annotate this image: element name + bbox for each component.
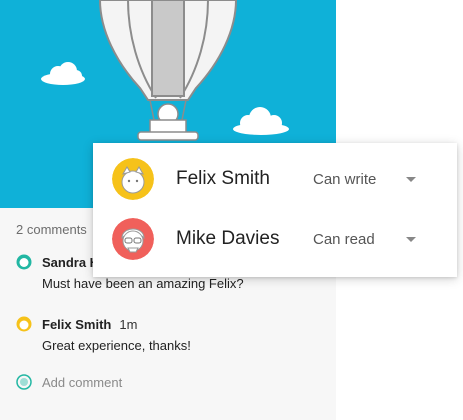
user-avatar-icon <box>112 218 154 260</box>
add-comment-field[interactable]: Add comment <box>16 374 122 390</box>
avatar <box>112 158 154 200</box>
user-avatar-icon <box>112 158 154 200</box>
person-row: Felix Smith Can write <box>93 149 457 209</box>
comment-text: Great experience, thanks! <box>42 338 191 353</box>
avatar-icon <box>16 316 32 332</box>
comment-author[interactable]: Sandra H <box>42 255 99 270</box>
permission-dropdown[interactable]: Can write <box>313 171 376 188</box>
share-permissions-popup: Felix Smith Can write Mike Davies Can re… <box>93 143 457 277</box>
avatar <box>112 218 154 260</box>
comment-count: 2 comments <box>16 222 87 237</box>
cloud-icon <box>41 62 85 85</box>
chevron-down-icon[interactable] <box>406 176 416 182</box>
person-name: Felix Smith <box>176 168 270 189</box>
chevron-down-icon[interactable] <box>406 236 416 242</box>
person-name: Mike Davies <box>176 228 280 249</box>
avatar-icon <box>16 254 32 270</box>
comment-time: 1m <box>119 316 138 332</box>
add-comment-placeholder: Add comment <box>42 374 123 390</box>
comment-item: Felix Smith 1m Great experience, thanks! <box>16 316 326 353</box>
permission-dropdown[interactable]: Can read <box>313 231 375 248</box>
avatar-icon <box>16 374 32 390</box>
comment-author[interactable]: Felix Smith <box>42 317 111 332</box>
cloud-icon <box>233 107 289 135</box>
comment-text: Must have been an amazing Felix? <box>42 276 244 291</box>
person-row: Mike Davies Can read <box>93 209 457 269</box>
